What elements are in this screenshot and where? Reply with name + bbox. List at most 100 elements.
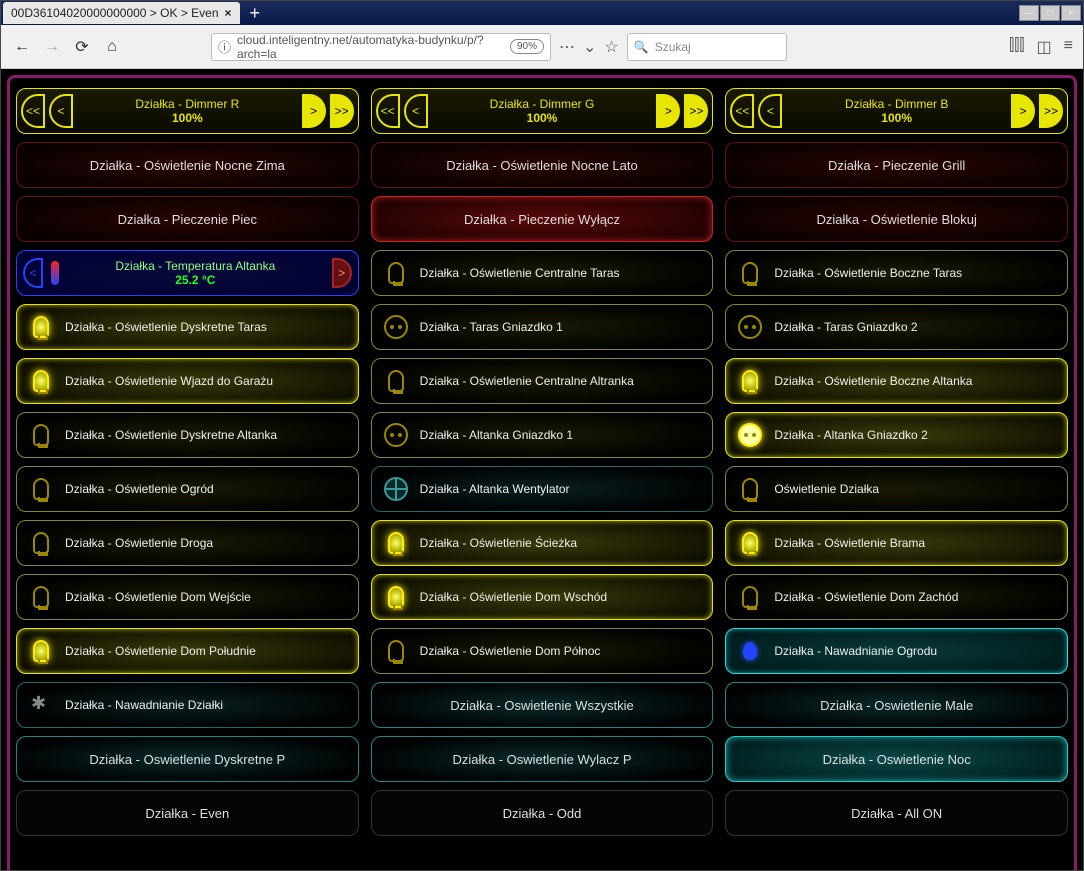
socket-icon bbox=[736, 421, 764, 449]
device-tile[interactable]: Działka - Oświetlenie Dom Zachód bbox=[725, 574, 1068, 620]
maximize-button[interactable]: □ bbox=[1040, 5, 1060, 21]
device-tile[interactable]: Działka - Oświetlenie Dyskretne Altanka bbox=[16, 412, 359, 458]
dimmer-min-button[interactable]: << bbox=[21, 94, 45, 128]
device-tile[interactable]: Działka - Altanka Wentylator bbox=[371, 466, 714, 512]
minimize-button[interactable]: — bbox=[1019, 5, 1039, 21]
socket-icon bbox=[382, 421, 410, 449]
tile-label: Działka - Altanka Gniazdko 2 bbox=[774, 428, 1057, 442]
site-info-icon[interactable]: ⓘ bbox=[218, 37, 231, 56]
new-tab-button[interactable]: + bbox=[250, 3, 261, 24]
bulb-icon bbox=[27, 421, 55, 449]
socket-icon bbox=[382, 313, 410, 341]
tile-label: Działka - Oświetlenie Wjazd do Garażu bbox=[65, 374, 348, 388]
bulb-icon bbox=[27, 637, 55, 665]
forward-button[interactable]: → bbox=[41, 36, 63, 58]
back-button[interactable]: ← bbox=[11, 36, 33, 58]
viewport[interactable]: <<<Działka - Dimmer R100%>>><<<Działka -… bbox=[1, 69, 1083, 870]
library-icon[interactable]: ⫿⫿⫿ bbox=[1009, 37, 1024, 57]
scene-tile[interactable]: Działka - Oswietlenie Dyskretne P bbox=[16, 736, 359, 782]
dimmer-max-button[interactable]: >> bbox=[1039, 94, 1063, 128]
url-bar[interactable]: ⓘ cloud.inteligentny.net/automatyka-budy… bbox=[211, 33, 551, 61]
bulb-icon bbox=[736, 367, 764, 395]
toolbar: ← → ⟳ ⌂ ⓘ cloud.inteligentny.net/automat… bbox=[1, 25, 1083, 69]
dimmer-up-button[interactable]: > bbox=[1011, 94, 1035, 128]
scene-tile[interactable]: Działka - Oswietlenie Wszystkie bbox=[371, 682, 714, 728]
dimmer-label: Działka - Dimmer G100% bbox=[438, 97, 647, 126]
scene-tile[interactable]: Działka - Oświetlenie Nocne Zima bbox=[16, 142, 359, 188]
bulb-icon bbox=[382, 637, 410, 665]
device-tile[interactable]: Działka - Oświetlenie Brama bbox=[725, 520, 1068, 566]
dimmer-up-button[interactable]: > bbox=[302, 94, 326, 128]
tile-label: Działka - Oświetlenie Nocne Zima bbox=[90, 158, 285, 173]
bulb-icon bbox=[736, 259, 764, 287]
tiles-grid: <<<Działka - Dimmer R100%>>><<<Działka -… bbox=[16, 88, 1068, 836]
device-tile[interactable]: Działka - Oświetlenie Dom Południe bbox=[16, 628, 359, 674]
page-actions-icon[interactable]: ⋯ bbox=[559, 37, 575, 57]
scene-tile[interactable]: Działka - Even bbox=[16, 790, 359, 836]
device-tile[interactable]: Działka - Oświetlenie Dyskretne Taras bbox=[16, 304, 359, 350]
device-tile[interactable]: Działka - Oświetlenie Wjazd do Garażu bbox=[16, 358, 359, 404]
tile-label: Działka - Oswietlenie Wylacz P bbox=[452, 752, 631, 767]
device-tile[interactable]: Działka - Taras Gniazdko 1 bbox=[371, 304, 714, 350]
menu-icon[interactable]: ≡ bbox=[1064, 37, 1073, 57]
device-tile[interactable]: Działka - Oświetlenie Dom Północ bbox=[371, 628, 714, 674]
tile-label: Działka - Oswietlenie Male bbox=[820, 698, 973, 713]
dimmer-down-button[interactable]: < bbox=[49, 94, 73, 128]
tile-label: Działka - Oświetlenie Droga bbox=[65, 536, 348, 550]
dimmer-down-button[interactable]: < bbox=[758, 94, 782, 128]
browser-tab[interactable]: 00D36104020000000000 > OK > Even × bbox=[3, 2, 240, 24]
tile-label: Działka - Oświetlenie Ogród bbox=[65, 482, 348, 496]
scene-tile[interactable]: Działka - Pieczenie Wyłącz bbox=[371, 196, 714, 242]
device-tile[interactable]: Działka - Oświetlenie Boczne Taras bbox=[725, 250, 1068, 296]
dimmer-max-button[interactable]: >> bbox=[330, 94, 354, 128]
sidebar-icon[interactable]: ◫ bbox=[1037, 37, 1052, 57]
temp-down-button[interactable]: < bbox=[23, 258, 43, 288]
device-tile[interactable]: Działka - Oświetlenie Centralne Altranka bbox=[371, 358, 714, 404]
tab-close-icon[interactable]: × bbox=[225, 6, 232, 20]
device-tile[interactable]: Działka - Oświetlenie Ogród bbox=[16, 466, 359, 512]
device-tile[interactable]: Działka - Oświetlenie Dom Wschód bbox=[371, 574, 714, 620]
bulb-icon bbox=[382, 583, 410, 611]
scene-tile[interactable]: Działka - Pieczenie Grill bbox=[725, 142, 1068, 188]
device-tile[interactable]: Działka - Oświetlenie Boczne Altanka bbox=[725, 358, 1068, 404]
dimmer-up-button[interactable]: > bbox=[656, 94, 680, 128]
tile-label: Oświetlenie Działka bbox=[774, 482, 1057, 496]
device-tile[interactable]: Działka - Oświetlenie Centralne Taras bbox=[371, 250, 714, 296]
scene-tile[interactable]: Działka - Oświetlenie Nocne Lato bbox=[371, 142, 714, 188]
tile-label: Działka - Oświetlenie Dyskretne Altanka bbox=[65, 428, 348, 442]
dimmer-down-button[interactable]: < bbox=[404, 94, 428, 128]
search-bar[interactable]: 🔍 Szukaj bbox=[627, 33, 787, 61]
reload-button[interactable]: ⟳ bbox=[71, 36, 93, 58]
temp-up-button[interactable]: > bbox=[332, 258, 352, 288]
scene-tile[interactable]: Działka - All ON bbox=[725, 790, 1068, 836]
pocket-icon[interactable]: ⌄ bbox=[583, 37, 596, 57]
tile-label: Działka - Taras Gniazdko 2 bbox=[774, 320, 1057, 334]
scene-tile[interactable]: Działka - Oswietlenie Wylacz P bbox=[371, 736, 714, 782]
device-tile[interactable]: Działka - Oświetlenie Droga bbox=[16, 520, 359, 566]
tile-label: Działka - Oświetlenie Dom Wejście bbox=[65, 590, 348, 604]
bookmark-icon[interactable]: ☆ bbox=[604, 37, 618, 57]
device-tile[interactable]: Działka - Nawadnianie Działki bbox=[16, 682, 359, 728]
scene-tile[interactable]: Działka - Oswietlenie Noc bbox=[725, 736, 1068, 782]
dimmer-min-button[interactable]: << bbox=[730, 94, 754, 128]
device-tile[interactable]: Działka - Oświetlenie Ścieżka bbox=[371, 520, 714, 566]
device-tile[interactable]: Działka - Nawadnianie Ogrodu bbox=[725, 628, 1068, 674]
toolbar-right: ⫿⫿⫿ ◫ ≡ bbox=[1009, 37, 1073, 57]
tile-label: Działka - Oświetlenie Brama bbox=[774, 536, 1057, 550]
tile-label: Działka - Oświetlenie Ścieżka bbox=[420, 536, 703, 550]
scene-tile[interactable]: Działka - Odd bbox=[371, 790, 714, 836]
home-button[interactable]: ⌂ bbox=[101, 36, 123, 58]
device-tile[interactable]: Działka - Altanka Gniazdko 1 bbox=[371, 412, 714, 458]
window-controls: — □ × bbox=[1019, 5, 1081, 21]
scene-tile[interactable]: Działka - Oświetlenie Blokuj bbox=[725, 196, 1068, 242]
dimmer-min-button[interactable]: << bbox=[376, 94, 400, 128]
scene-tile[interactable]: Działka - Pieczenie Piec bbox=[16, 196, 359, 242]
device-tile[interactable]: Działka - Altanka Gniazdko 2 bbox=[725, 412, 1068, 458]
close-button[interactable]: × bbox=[1061, 5, 1081, 21]
device-tile[interactable]: Działka - Taras Gniazdko 2 bbox=[725, 304, 1068, 350]
scene-tile[interactable]: Działka - Oswietlenie Male bbox=[725, 682, 1068, 728]
device-tile[interactable]: Działka - Oświetlenie Dom Wejście bbox=[16, 574, 359, 620]
zoom-badge[interactable]: 90% bbox=[510, 39, 544, 54]
device-tile[interactable]: Oświetlenie Działka bbox=[725, 466, 1068, 512]
dimmer-max-button[interactable]: >> bbox=[684, 94, 708, 128]
